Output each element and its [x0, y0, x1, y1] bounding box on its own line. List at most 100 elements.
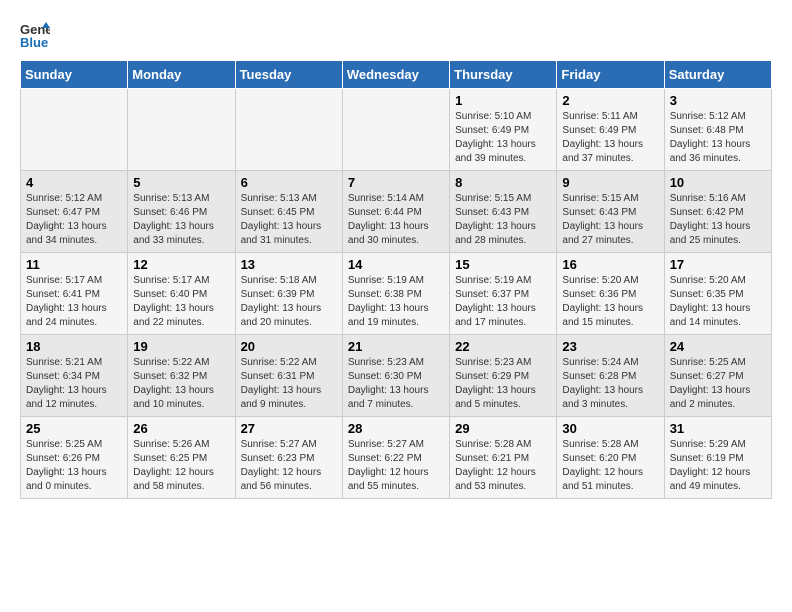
- calendar-cell: 3 Sunrise: 5:12 AM Sunset: 6:48 PM Daylig…: [664, 89, 771, 171]
- day-info: Sunrise: 5:15 AM Sunset: 6:43 PM Dayligh…: [562, 192, 658, 248]
- day-number: 17: [670, 257, 766, 272]
- day-number: 3: [670, 93, 766, 108]
- calendar-cell: 11Sunrise: 5:17 AM Sunset: 6:41 PM Dayli…: [21, 253, 128, 335]
- calendar-cell: 30 Sunrise: 5:28 AM Sunset: 6:20 PM Dayli…: [557, 417, 664, 499]
- day-info: Sunrise: 5:25 AM Sunset: 6:27 PM Dayligh…: [670, 356, 766, 412]
- calendar-cell: 23 Sunrise: 5:24 AM Sunset: 6:28 PM Dayli…: [557, 335, 664, 417]
- calendar-cell: [128, 89, 235, 171]
- calendar-cell: 1 Sunrise: 5:10 AM Sunset: 6:49 PM Daylig…: [450, 89, 557, 171]
- calendar-cell: 7 Sunrise: 5:14 AM Sunset: 6:44 PM Daylig…: [342, 171, 449, 253]
- day-info: Sunrise: 5:22 AM Sunset: 6:31 PM Dayligh…: [241, 356, 337, 412]
- day-info: Sunrise: 5:12 AM Sunset: 6:48 PM Dayligh…: [670, 110, 766, 166]
- day-number: 16: [562, 257, 658, 272]
- day-number: 18: [26, 339, 122, 354]
- calendar-cell: 9Sunrise: 5:15 AM Sunset: 6:43 PM Daylig…: [557, 171, 664, 253]
- calendar-cell: 2 Sunrise: 5:11 AM Sunset: 6:49 PM Daylig…: [557, 89, 664, 171]
- header-cell-tuesday: Tuesday: [235, 61, 342, 89]
- header-cell-wednesday: Wednesday: [342, 61, 449, 89]
- calendar-cell: 25 Sunrise: 5:25 AM Sunset: 6:26 PM Dayli…: [21, 417, 128, 499]
- header-row: SundayMondayTuesdayWednesdayThursdayFrid…: [21, 61, 772, 89]
- calendar-cell: 21Sunrise: 5:23 AM Sunset: 6:30 PM Dayli…: [342, 335, 449, 417]
- calendar-cell: 4 Sunrise: 5:12 AM Sunset: 6:47 PM Daylig…: [21, 171, 128, 253]
- day-info: Sunrise: 5:25 AM Sunset: 6:26 PM Dayligh…: [26, 438, 122, 494]
- day-info: Sunrise: 5:23 AM Sunset: 6:30 PM Dayligh…: [348, 356, 444, 412]
- header-cell-saturday: Saturday: [664, 61, 771, 89]
- week-row-4: 18 Sunrise: 5:21 AM Sunset: 6:34 PM Dayli…: [21, 335, 772, 417]
- header-cell-thursday: Thursday: [450, 61, 557, 89]
- day-number: 5: [133, 175, 229, 190]
- day-number: 27: [241, 421, 337, 436]
- calendar-cell: [342, 89, 449, 171]
- calendar-cell: 14 Sunrise: 5:19 AM Sunset: 6:38 PM Dayli…: [342, 253, 449, 335]
- day-info: Sunrise: 5:14 AM Sunset: 6:44 PM Dayligh…: [348, 192, 444, 248]
- day-info: Sunrise: 5:19 AM Sunset: 6:38 PM Dayligh…: [348, 274, 444, 330]
- day-number: 23: [562, 339, 658, 354]
- day-info: Sunrise: 5:21 AM Sunset: 6:34 PM Dayligh…: [26, 356, 122, 412]
- day-number: 13: [241, 257, 337, 272]
- calendar-table: SundayMondayTuesdayWednesdayThursdayFrid…: [20, 60, 772, 499]
- day-info: Sunrise: 5:11 AM Sunset: 6:49 PM Dayligh…: [562, 110, 658, 166]
- week-row-1: 1 Sunrise: 5:10 AM Sunset: 6:49 PM Daylig…: [21, 89, 772, 171]
- calendar-cell: 12 Sunrise: 5:17 AM Sunset: 6:40 PM Dayli…: [128, 253, 235, 335]
- day-number: 29: [455, 421, 551, 436]
- day-info: Sunrise: 5:17 AM Sunset: 6:40 PM Dayligh…: [133, 274, 229, 330]
- day-number: 20: [241, 339, 337, 354]
- svg-text:Blue: Blue: [20, 35, 48, 50]
- day-info: Sunrise: 5:10 AM Sunset: 6:49 PM Dayligh…: [455, 110, 551, 166]
- calendar-cell: 8Sunrise: 5:15 AM Sunset: 6:43 PM Daylig…: [450, 171, 557, 253]
- day-number: 30: [562, 421, 658, 436]
- day-number: 22: [455, 339, 551, 354]
- logo-icon: General Blue: [20, 20, 50, 50]
- day-info: Sunrise: 5:18 AM Sunset: 6:39 PM Dayligh…: [241, 274, 337, 330]
- day-number: 2: [562, 93, 658, 108]
- day-number: 12: [133, 257, 229, 272]
- calendar-cell: 31Sunrise: 5:29 AM Sunset: 6:19 PM Dayli…: [664, 417, 771, 499]
- day-number: 7: [348, 175, 444, 190]
- day-number: 6: [241, 175, 337, 190]
- day-number: 15: [455, 257, 551, 272]
- calendar-header: SundayMondayTuesdayWednesdayThursdayFrid…: [21, 61, 772, 89]
- day-number: 8: [455, 175, 551, 190]
- calendar-cell: [235, 89, 342, 171]
- day-info: Sunrise: 5:13 AM Sunset: 6:45 PM Dayligh…: [241, 192, 337, 248]
- day-number: 1: [455, 93, 551, 108]
- day-info: Sunrise: 5:20 AM Sunset: 6:35 PM Dayligh…: [670, 274, 766, 330]
- day-info: Sunrise: 5:20 AM Sunset: 6:36 PM Dayligh…: [562, 274, 658, 330]
- calendar-cell: 28Sunrise: 5:27 AM Sunset: 6:22 PM Dayli…: [342, 417, 449, 499]
- calendar-cell: 15 Sunrise: 5:19 AM Sunset: 6:37 PM Dayli…: [450, 253, 557, 335]
- day-info: Sunrise: 5:24 AM Sunset: 6:28 PM Dayligh…: [562, 356, 658, 412]
- day-number: 25: [26, 421, 122, 436]
- logo: General Blue: [20, 20, 54, 50]
- day-info: Sunrise: 5:26 AM Sunset: 6:25 PM Dayligh…: [133, 438, 229, 494]
- day-info: Sunrise: 5:27 AM Sunset: 6:22 PM Dayligh…: [348, 438, 444, 494]
- day-info: Sunrise: 5:16 AM Sunset: 6:42 PM Dayligh…: [670, 192, 766, 248]
- day-info: Sunrise: 5:13 AM Sunset: 6:46 PM Dayligh…: [133, 192, 229, 248]
- calendar-cell: 20 Sunrise: 5:22 AM Sunset: 6:31 PM Dayli…: [235, 335, 342, 417]
- day-number: 4: [26, 175, 122, 190]
- day-number: 14: [348, 257, 444, 272]
- day-info: Sunrise: 5:28 AM Sunset: 6:20 PM Dayligh…: [562, 438, 658, 494]
- day-number: 11: [26, 257, 122, 272]
- week-row-5: 25 Sunrise: 5:25 AM Sunset: 6:26 PM Dayli…: [21, 417, 772, 499]
- calendar-cell: 27Sunrise: 5:27 AM Sunset: 6:23 PM Dayli…: [235, 417, 342, 499]
- day-info: Sunrise: 5:28 AM Sunset: 6:21 PM Dayligh…: [455, 438, 551, 494]
- day-number: 19: [133, 339, 229, 354]
- calendar-cell: [21, 89, 128, 171]
- week-row-2: 4 Sunrise: 5:12 AM Sunset: 6:47 PM Daylig…: [21, 171, 772, 253]
- calendar-cell: 5 Sunrise: 5:13 AM Sunset: 6:46 PM Daylig…: [128, 171, 235, 253]
- calendar-cell: 13 Sunrise: 5:18 AM Sunset: 6:39 PM Dayli…: [235, 253, 342, 335]
- calendar-cell: 19 Sunrise: 5:22 AM Sunset: 6:32 PM Dayli…: [128, 335, 235, 417]
- header-cell-friday: Friday: [557, 61, 664, 89]
- calendar-cell: 10 Sunrise: 5:16 AM Sunset: 6:42 PM Dayli…: [664, 171, 771, 253]
- day-info: Sunrise: 5:22 AM Sunset: 6:32 PM Dayligh…: [133, 356, 229, 412]
- day-info: Sunrise: 5:12 AM Sunset: 6:47 PM Dayligh…: [26, 192, 122, 248]
- calendar-cell: 26 Sunrise: 5:26 AM Sunset: 6:25 PM Dayli…: [128, 417, 235, 499]
- day-number: 26: [133, 421, 229, 436]
- calendar-cell: 17 Sunrise: 5:20 AM Sunset: 6:35 PM Dayli…: [664, 253, 771, 335]
- page-header: General Blue: [20, 20, 772, 50]
- day-info: Sunrise: 5:19 AM Sunset: 6:37 PM Dayligh…: [455, 274, 551, 330]
- header-cell-sunday: Sunday: [21, 61, 128, 89]
- day-info: Sunrise: 5:29 AM Sunset: 6:19 PM Dayligh…: [670, 438, 766, 494]
- calendar-cell: 18 Sunrise: 5:21 AM Sunset: 6:34 PM Dayli…: [21, 335, 128, 417]
- day-number: 10: [670, 175, 766, 190]
